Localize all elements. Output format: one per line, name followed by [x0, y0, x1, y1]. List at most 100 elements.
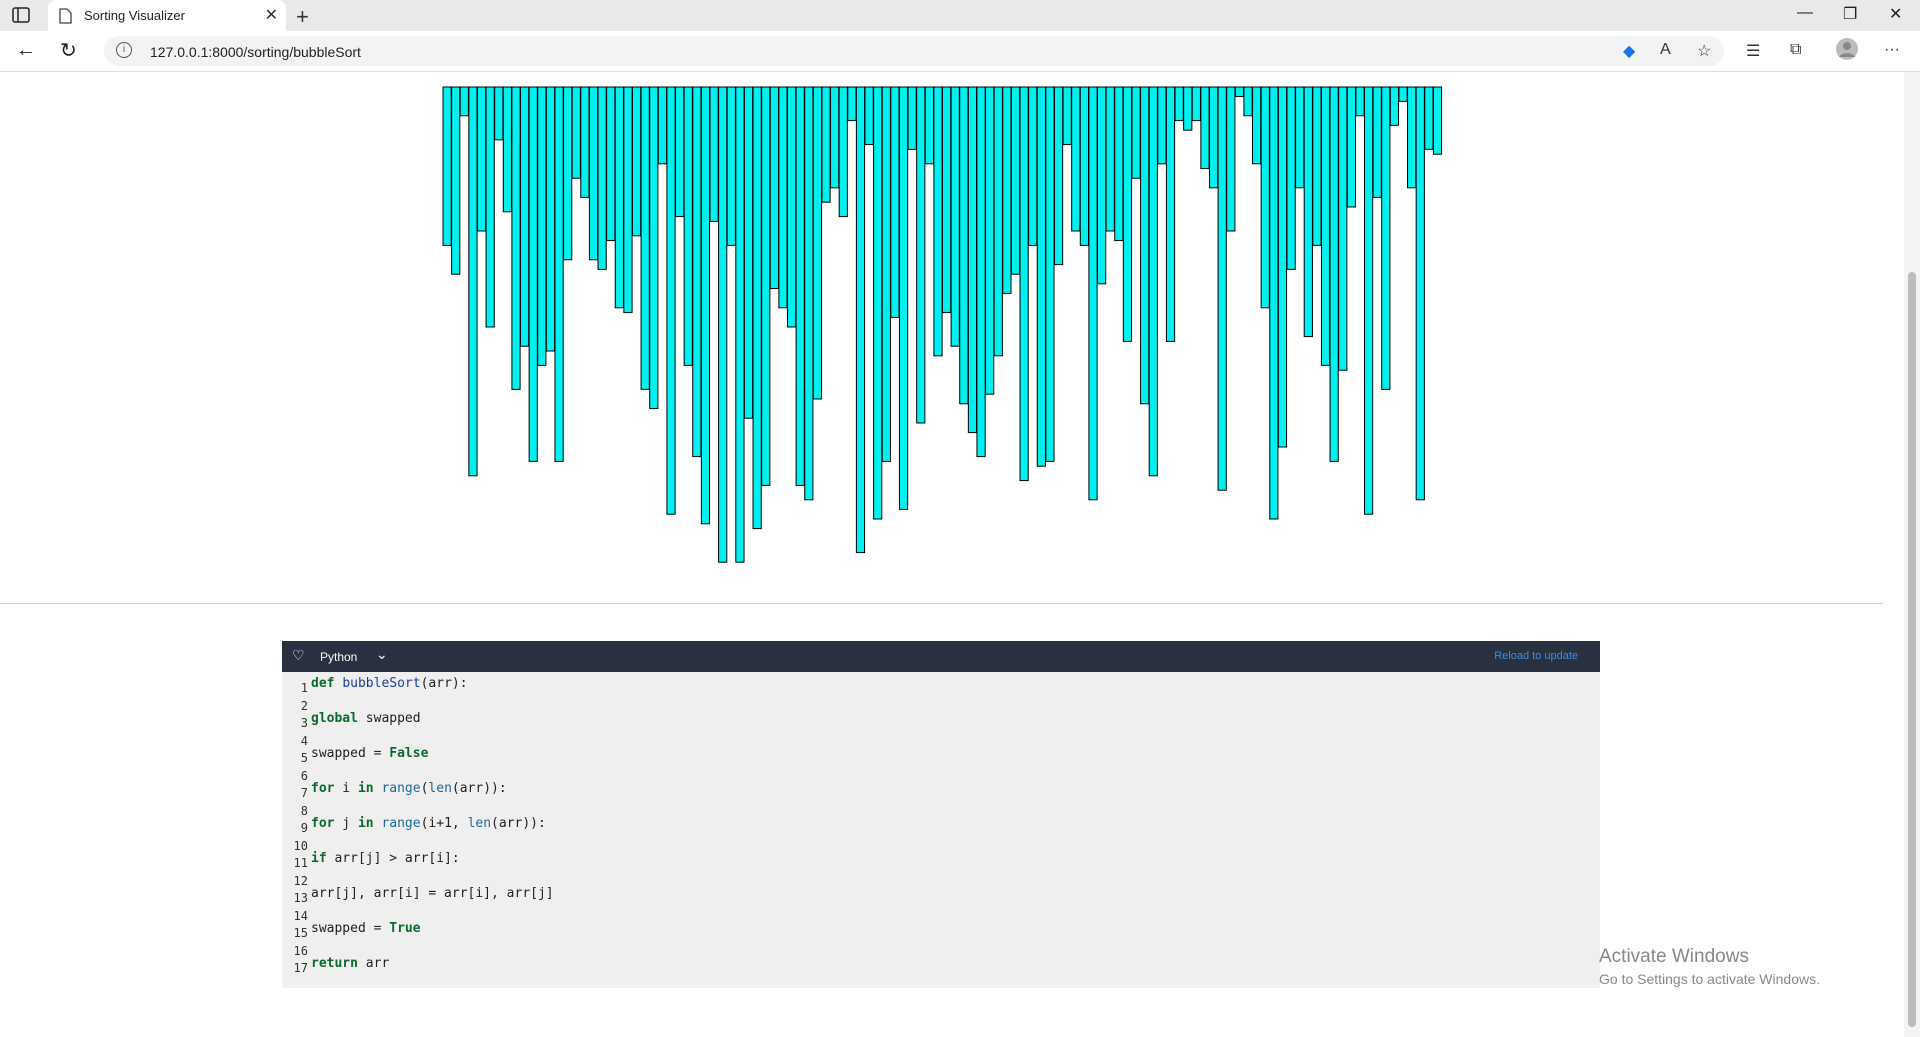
- bar: [1131, 86, 1141, 179]
- bar: [976, 86, 986, 458]
- read-aloud-icon[interactable]: A: [1660, 41, 1671, 59]
- address-bar[interactable]: i 127.0.0.1:8000/sorting/bubbleSort: [104, 36, 1724, 66]
- bar: [623, 86, 633, 314]
- bar: [1407, 86, 1417, 189]
- profile-icon[interactable]: [1836, 38, 1858, 65]
- bar: [1234, 86, 1245, 98]
- bar: [1088, 86, 1098, 501]
- bar: [1114, 86, 1124, 242]
- favorite-icon[interactable]: ☆: [1697, 41, 1711, 61]
- bar: [1217, 86, 1227, 491]
- bar: [898, 86, 909, 510]
- bar: [1243, 86, 1253, 117]
- bar: [1389, 86, 1400, 126]
- code-line: 7 for i in range(len(arr)):: [282, 781, 1600, 800]
- plus-icon[interactable]: +: [296, 4, 309, 30]
- code-text: for j in range(i+1, len(arr)):: [311, 816, 546, 831]
- code-line: 13 arr[j], arr[i] = arr[i], arr[j]: [282, 886, 1600, 905]
- bar: [666, 86, 676, 515]
- code-line: 1 def bubbleSort(arr):: [282, 676, 1600, 695]
- bar: [1053, 86, 1064, 266]
- code-line: 3 global swapped: [282, 711, 1600, 730]
- bar: [1208, 86, 1219, 189]
- favorites-icon[interactable]: ☰: [1746, 41, 1760, 61]
- bar: [580, 86, 590, 198]
- code-text: arr[j], arr[i] = arr[i], arr[j]: [311, 886, 554, 901]
- code-body[interactable]: 1 def bubbleSort(arr): 2 3 global swapped 4 5 s…: [282, 676, 1600, 975]
- bar: [485, 86, 495, 328]
- bar: [442, 86, 452, 246]
- bar: [1002, 86, 1012, 294]
- bar: [1097, 86, 1107, 285]
- bar: [916, 86, 926, 424]
- scrollbar-thumb[interactable]: [1908, 272, 1916, 1027]
- bar: [752, 86, 762, 530]
- restore-icon[interactable]: ❐: [1843, 4, 1857, 24]
- bar: [924, 86, 934, 165]
- reload-link[interactable]: Reload to update: [1494, 650, 1578, 662]
- bar: [649, 86, 659, 410]
- bar: [1295, 86, 1305, 189]
- code-text: return arr: [311, 956, 390, 971]
- bar: [933, 86, 943, 357]
- info-icon[interactable]: i: [116, 42, 132, 58]
- bar: [563, 86, 573, 261]
- bar: [1226, 86, 1236, 232]
- language-select[interactable]: Python: [320, 650, 357, 664]
- bar: [631, 86, 642, 237]
- bar: [1338, 86, 1348, 371]
- bar: [1045, 86, 1055, 462]
- code-text: swapped = False: [311, 746, 429, 761]
- bar: [1071, 86, 1081, 232]
- bar-chart: [442, 86, 1443, 563]
- bar: [468, 86, 478, 477]
- collections-icon[interactable]: ⧉: [1790, 41, 1801, 59]
- scrollbar[interactable]: [1904, 72, 1920, 1037]
- bar: [683, 86, 693, 366]
- bar: [657, 86, 668, 165]
- code-line: 16: [282, 939, 1600, 958]
- bar: [864, 86, 874, 146]
- chevron-down-icon[interactable]: ⌄: [376, 646, 388, 663]
- reload-icon[interactable]: ↻: [60, 38, 77, 63]
- bar: [700, 86, 711, 525]
- code-line: 10: [282, 834, 1600, 853]
- bar: [959, 86, 969, 405]
- browser-toolbar: ← ↻ i 127.0.0.1:8000/sorting/bubbleSort …: [0, 31, 1920, 72]
- bar: [1019, 86, 1029, 482]
- bar: [985, 86, 995, 395]
- bar: [735, 86, 745, 563]
- close-window-icon[interactable]: ✕: [1889, 4, 1902, 24]
- bar: [778, 86, 788, 309]
- back-icon[interactable]: ←: [16, 39, 36, 62]
- code-line: 15 swapped = True: [282, 921, 1600, 940]
- bar: [855, 86, 866, 554]
- bar: [528, 86, 538, 462]
- code-line: 6: [282, 764, 1600, 783]
- bar: [795, 86, 805, 486]
- bar: [830, 86, 840, 189]
- bar: [890, 86, 900, 318]
- code-text: def bubbleSort(arr):: [311, 676, 468, 691]
- bar: [692, 86, 702, 458]
- tag-icon[interactable]: ◆: [1623, 41, 1635, 61]
- bar: [769, 86, 779, 290]
- minimize-icon[interactable]: —: [1797, 4, 1813, 22]
- watermark-subtitle: Go to Settings to activate Windows.: [1599, 971, 1820, 987]
- code-text: for i in range(len(arr)):: [311, 781, 507, 796]
- editor-header: ♡ Python ⌄ Reload to update: [282, 641, 1600, 672]
- sidebar-icon[interactable]: [12, 7, 34, 25]
- windows-watermark: Activate Windows Go to Settings to activ…: [1599, 946, 1820, 987]
- bar: [942, 86, 952, 314]
- bar: [907, 86, 917, 150]
- url-text: 127.0.0.1:8000/sorting/bubbleSort: [150, 44, 361, 60]
- more-icon[interactable]: ···: [1884, 41, 1900, 59]
- bar: [1174, 86, 1184, 122]
- bar: [1320, 86, 1331, 366]
- close-icon[interactable]: ✕: [265, 5, 278, 25]
- code-line: 14: [282, 904, 1600, 923]
- tab-sorting-visualizer[interactable]: Sorting Visualizer ✕: [48, 0, 286, 31]
- code-text: swapped = True: [311, 921, 421, 936]
- bar: [554, 86, 564, 462]
- bar: [838, 86, 848, 218]
